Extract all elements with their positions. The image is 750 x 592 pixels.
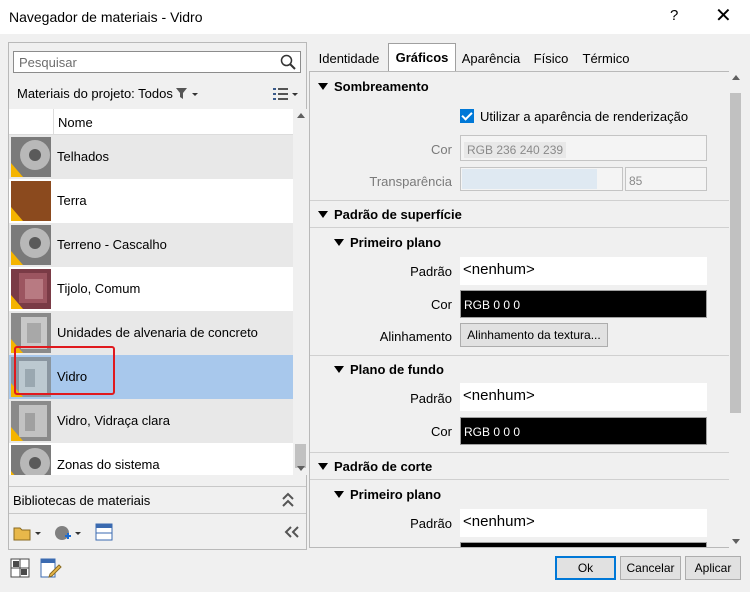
surface-fg-color-label: Cor [431, 297, 452, 312]
list-item-label: Telhados [57, 149, 110, 164]
libraries-bar[interactable]: Bibliotecas de materiais [9, 486, 306, 514]
cut-foreground-header[interactable]: Primeiro plano [334, 487, 441, 502]
chevron-double-left-icon[interactable] [283, 525, 301, 539]
surface-bg-pattern-field[interactable]: <nenhum> [460, 383, 707, 411]
earth-thumbnail-icon [11, 181, 51, 221]
list-item[interactable]: Zonas do sistema [9, 443, 293, 475]
create-material-icon[interactable] [53, 524, 83, 542]
libraries-toolbar [9, 516, 306, 549]
list-item-label: Terra [57, 193, 87, 208]
glass-thumbnail-icon [11, 401, 51, 441]
divider [310, 227, 740, 228]
use-render-appearance-label: Utilizar a aparência de renderização [480, 109, 689, 124]
surface-foreground-header[interactable]: Primeiro plano [334, 235, 441, 250]
surface-fg-color-field[interactable]: RGB 0 0 0 [460, 290, 707, 318]
list-item-label: Unidades de alvenaria de concreto [57, 325, 258, 340]
shading-section-header[interactable]: Sombreamento [318, 79, 429, 94]
divider [310, 200, 740, 201]
list-item[interactable]: Terra [9, 179, 293, 223]
help-button[interactable]: ? [670, 7, 678, 24]
tab-aparencia[interactable]: Aparência [458, 45, 524, 71]
cut-fg-pattern-label: Padrão [410, 516, 452, 531]
material-list: Nome Telhados Terra Terreno - Cascalho T… [9, 109, 293, 475]
list-view-icon[interactable] [273, 86, 299, 102]
scroll-up-icon[interactable] [732, 75, 740, 80]
scroll-thumb[interactable] [730, 93, 741, 413]
list-item-label: Zonas do sistema [57, 457, 160, 472]
sphere-thumbnail-icon [11, 225, 51, 265]
edit-library-icon[interactable] [40, 558, 62, 578]
texture-alignment-button[interactable]: Alinhamento da textura... [460, 323, 608, 347]
list-item-label: Terreno - Cascalho [57, 237, 167, 252]
scroll-down-icon[interactable] [732, 539, 740, 544]
material-browser-panel: Materiais do projeto: Todos Nome Telhado… [8, 42, 307, 550]
library-panel-icon[interactable] [95, 523, 113, 541]
list-item[interactable]: Terreno - Cascalho [9, 223, 293, 267]
title-bar: Navegador de materiais - Vidro ? ✕ [0, 0, 750, 34]
filter-dropdown-icon[interactable] [175, 87, 201, 101]
brick-thumbnail-icon [11, 269, 51, 309]
surface-bg-color-field[interactable]: RGB 0 0 0 [460, 417, 707, 445]
divider [310, 479, 740, 480]
list-item[interactable]: Telhados [9, 135, 293, 179]
search-input[interactable] [14, 52, 274, 72]
project-materials-label: Materiais do projeto: Todos [17, 86, 173, 101]
apply-button[interactable]: Aplicar [685, 556, 741, 580]
ok-button[interactable]: Ok [555, 556, 616, 580]
divider [310, 452, 740, 453]
window-title: Navegador de materiais - Vidro [9, 9, 203, 25]
scroll-up-icon[interactable] [297, 113, 305, 118]
surface-fg-align-label: Alinhamento [379, 329, 452, 344]
list-item-label: Tijolo, Comum [57, 281, 141, 296]
shading-color-label: Cor [431, 142, 452, 157]
surface-fg-pattern-field[interactable]: <nenhum> [460, 257, 707, 285]
selection-highlight [14, 346, 115, 395]
divider [310, 355, 740, 356]
transparency-label: Transparência [369, 174, 452, 189]
cut-fg-pattern-field[interactable]: <nenhum> [460, 509, 707, 537]
tab-identidade[interactable]: Identidade [312, 45, 386, 71]
tab-fisico[interactable]: Físico [530, 45, 572, 71]
material-browser-icon[interactable] [10, 558, 30, 578]
shading-color-field: RGB 236 240 239 [460, 135, 707, 161]
open-library-icon[interactable] [13, 524, 43, 542]
sphere-thumbnail-icon [11, 445, 51, 475]
collapse-triangle-icon[interactable] [334, 491, 344, 498]
cut-pattern-section-header[interactable]: Padrão de corte [318, 459, 432, 474]
collapse-triangle-icon[interactable] [318, 83, 328, 90]
list-item[interactable]: Tijolo, Comum [9, 267, 293, 311]
column-name-label: Nome [58, 115, 93, 130]
collapse-triangle-icon[interactable] [318, 211, 328, 218]
cut-fg-color-field[interactable] [460, 542, 707, 547]
surface-fg-pattern-label: Padrão [410, 264, 452, 279]
close-button[interactable]: ✕ [715, 3, 732, 28]
column-header[interactable]: Nome [9, 109, 293, 135]
surface-background-header[interactable]: Plano de fundo [334, 362, 444, 377]
list-item[interactable]: Vidro, Vidraça clara [9, 399, 293, 443]
scroll-thumb[interactable] [295, 444, 306, 468]
sphere-thumbnail-icon [11, 137, 51, 177]
properties-scrollbar[interactable] [729, 71, 742, 548]
collapse-triangle-icon[interactable] [318, 463, 328, 470]
tab-graficos[interactable]: Gráficos [388, 43, 456, 71]
surface-bg-pattern-label: Padrão [410, 391, 452, 406]
scroll-down-icon[interactable] [297, 466, 305, 471]
transparency-slider-fill [462, 169, 597, 189]
list-scrollbar[interactable] [294, 109, 307, 475]
transparency-value-field: 85 [625, 167, 707, 191]
graphics-panel: Sombreamento Utilizar a aparência de ren… [309, 71, 741, 548]
transparency-slider [460, 167, 623, 191]
use-render-appearance-checkbox[interactable] [460, 109, 474, 123]
search-icon[interactable] [280, 54, 296, 70]
list-item-label: Vidro, Vidraça clara [57, 413, 170, 428]
collapse-triangle-icon[interactable] [334, 239, 344, 246]
libraries-label: Bibliotecas de materiais [13, 493, 151, 508]
search-box[interactable] [13, 51, 301, 73]
surface-pattern-section-header[interactable]: Padrão de superfície [318, 207, 462, 222]
collapse-triangle-icon[interactable] [334, 366, 344, 373]
cancel-button[interactable]: Cancelar [620, 556, 681, 580]
chevron-double-up-icon[interactable] [281, 491, 295, 509]
tab-termico[interactable]: Térmico [580, 45, 632, 71]
surface-bg-color-label: Cor [431, 424, 452, 439]
